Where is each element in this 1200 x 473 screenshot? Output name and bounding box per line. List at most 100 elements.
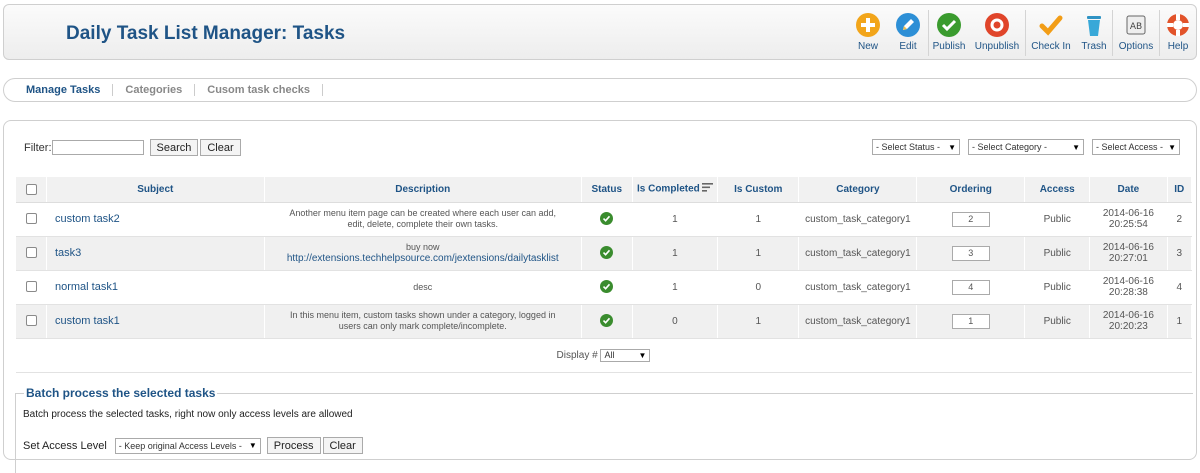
table-row: custom task2 Another menu item page can … [16, 202, 1193, 237]
filter-label: Filter: [24, 141, 52, 154]
svg-text:AB: AB [1130, 22, 1142, 32]
options-button[interactable]: AB Options [1113, 5, 1159, 61]
plus-icon [854, 11, 882, 39]
col-status[interactable]: Status [581, 177, 633, 203]
col-category[interactable]: Category [798, 177, 918, 203]
dropdown-arrow-icon: ▼ [1072, 142, 1080, 152]
page-header: Daily Task List Manager: Tasks New Edit … [3, 4, 1197, 60]
select-all-checkbox[interactable] [25, 183, 37, 195]
table-row: normal task1 desc 1 0 custom_task_catego… [16, 270, 1193, 305]
col-is-custom[interactable]: Is Custom [717, 177, 800, 203]
submenu-custom-task-checks[interactable]: Cusom task checks [195, 84, 323, 96]
trash-button[interactable]: Trash [1076, 5, 1112, 61]
table-row: custom task1 In this menu item, custom t… [16, 304, 1193, 339]
filter-input[interactable] [51, 140, 144, 155]
row-checkbox[interactable] [25, 281, 37, 293]
status-select[interactable]: - Select Status - ▼ [872, 139, 960, 155]
is-custom-value: 1 [717, 236, 800, 271]
submenu-categories[interactable]: Categories [113, 84, 196, 96]
access-value: Public [1024, 236, 1091, 271]
display-label: Display # [556, 349, 598, 361]
task-description: edit, delete, complete their own tasks. [347, 219, 499, 229]
time-value: 20:20:23 [1108, 321, 1148, 332]
category-value: custom_task_category1 [798, 304, 918, 339]
access-level-label: Set Access Level [23, 439, 107, 452]
batch-fieldset: Batch process the selected tasks Batch p… [15, 386, 1193, 473]
sort-icon [701, 183, 713, 195]
date-value: 2014-06-16 [1102, 276, 1154, 287]
pencil-icon [894, 11, 922, 39]
category-select[interactable]: - Select Category - ▼ [968, 139, 1084, 155]
options-icon: AB [1122, 11, 1150, 39]
select-all-cell [16, 177, 47, 203]
id-value: 2 [1167, 202, 1193, 237]
task-description: users can only mark complete/incomplete. [338, 321, 507, 331]
task-description: Another menu item page can be created wh… [289, 208, 557, 218]
id-value: 4 [1167, 270, 1193, 305]
submenu: Manage Tasks Categories Cusom task check… [3, 78, 1197, 102]
clear-button[interactable]: Clear [200, 139, 241, 156]
category-value: custom_task_category1 [798, 270, 918, 305]
task-subject-link[interactable]: custom task2 [55, 213, 120, 225]
unpublish-button[interactable]: Unpublish [969, 5, 1025, 61]
date-value: 2014-06-16 [1102, 242, 1154, 253]
published-check-icon[interactable] [600, 212, 614, 225]
row-checkbox[interactable] [25, 315, 37, 327]
is-completed-value: 0 [632, 304, 719, 339]
col-is-completed[interactable]: Is Completed [632, 177, 719, 203]
published-check-icon[interactable] [600, 280, 614, 293]
filter-selects: - Select Status - ▼ - Select Category - ▼ … [872, 139, 1180, 155]
task-subject-link[interactable]: task3 [55, 247, 81, 259]
access-select[interactable]: - Select Access - ▼ [1092, 139, 1180, 155]
new-button[interactable]: New [848, 5, 888, 61]
page-title: Daily Task List Manager: Tasks [66, 23, 346, 44]
publish-button[interactable]: Publish [929, 5, 969, 61]
circle-icon [983, 11, 1011, 39]
published-check-icon[interactable] [600, 314, 614, 327]
is-completed-value: 1 [632, 202, 719, 237]
col-access[interactable]: Access [1024, 177, 1091, 203]
batch-access-select[interactable]: - Keep original Access Levels - ▼ [114, 437, 261, 454]
toolbar: New Edit Publish Unpublish Check In Tras… [848, 5, 1196, 61]
date-value: 2014-06-16 [1102, 310, 1154, 321]
ordering-input[interactable]: 2 [951, 211, 990, 227]
process-button[interactable]: Process [266, 437, 321, 454]
col-date[interactable]: Date [1089, 177, 1168, 203]
check-icon [935, 11, 963, 39]
dropdown-arrow-icon: ▼ [638, 350, 647, 360]
is-custom-value: 1 [717, 202, 800, 237]
filter-bar: Filter: Search Clear [24, 139, 241, 156]
trash-icon [1080, 11, 1108, 39]
display-limit-select[interactable]: All ▼ [600, 348, 651, 362]
search-button[interactable]: Search [149, 139, 199, 156]
row-checkbox[interactable] [25, 247, 37, 259]
row-checkbox[interactable] [25, 213, 37, 225]
col-subject[interactable]: Subject [46, 177, 265, 203]
col-description[interactable]: Description [264, 177, 582, 203]
edit-button[interactable]: Edit [888, 5, 928, 61]
task-description: buy now [405, 242, 440, 252]
checkmark-icon [1037, 11, 1065, 39]
ordering-input[interactable]: 4 [951, 279, 990, 295]
help-button[interactable]: Help [1160, 5, 1196, 61]
id-value: 3 [1167, 236, 1193, 271]
pagination-row: Display # All ▼ [16, 338, 1192, 373]
task-subject-link[interactable]: custom task1 [55, 315, 120, 327]
batch-controls: Set Access Level - Keep original Access … [23, 437, 363, 454]
ordering-input[interactable]: 1 [951, 313, 990, 329]
lifebuoy-icon [1164, 11, 1192, 39]
task-description-link[interactable]: http://extensions.techhelpsource.com/jex… [266, 253, 580, 264]
task-description: desc [413, 281, 433, 292]
is-custom-value: 0 [717, 270, 800, 305]
submenu-manage-tasks[interactable]: Manage Tasks [16, 84, 114, 96]
table-row: task3 buy now http://extensions.techhelps… [16, 236, 1193, 271]
col-ordering[interactable]: Ordering [916, 177, 1026, 203]
time-value: 20:27:01 [1108, 253, 1148, 264]
batch-clear-button[interactable]: Clear [322, 437, 363, 454]
ordering-input[interactable]: 3 [951, 245, 990, 261]
category-value: custom_task_category1 [798, 236, 918, 271]
check-in-button[interactable]: Check In [1026, 5, 1076, 61]
published-check-icon[interactable] [600, 246, 614, 259]
task-subject-link[interactable]: normal task1 [55, 281, 118, 293]
col-id[interactable]: ID [1167, 177, 1193, 203]
